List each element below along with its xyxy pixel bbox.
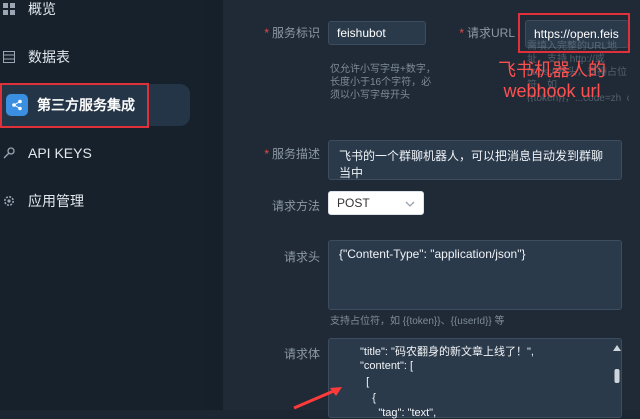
sidebar: 概览 数据表 第三方服务集成 API KEYS 应用管理 [0,0,205,410]
table-icon [2,50,16,64]
service-id-input[interactable]: feishubot [328,21,426,45]
headers-label: 请求头 [283,250,320,264]
chevron-down-icon [405,196,415,210]
method-select[interactable]: POST [328,191,424,215]
sidebar-item-label: 概览 [28,1,56,17]
sidebar-item-label: 数据表 [28,49,70,65]
body-code-line: "tag": "text", [360,407,437,419]
body-code-line: [ [360,376,370,388]
method-label: 请求方法 [271,199,320,213]
highlight-box [0,83,149,128]
headers-hint: 支持占位符，如 {{token}}、{{userId}} 等 [330,316,505,327]
sidebar-item-label: API KEYS [28,145,92,161]
body-code-line: { [360,392,376,404]
grid-icon [2,2,16,16]
annotation-text: 飞书机器人的 webhook url [498,60,606,101]
arrow-icon [293,387,342,410]
sidebar-item-label: 应用管理 [28,193,84,209]
service-id-label: * 服务标识 [264,26,320,40]
sidebar-item-api-keys[interactable]: API KEYS [0,134,190,172]
headers-value: {"Content-Type": "application/json"} [339,247,526,261]
request-url-label: * 请求URL [459,26,515,40]
headers-textarea[interactable]: {"Content-Type": "application/json"} [328,240,622,310]
panel-divider [205,0,223,410]
body-code-line: "content": [ [360,360,414,372]
service-id-hint: 仅允许小写字母+数字，长度小于16个字符，必须以小写字母开头 [330,64,436,101]
service-desc-textarea[interactable]: 飞书的一个群聊机器人，可以把消息自动发到群聊当中 [328,140,622,180]
body-label: 请求体 [283,347,320,361]
body-scrollbar[interactable] [613,345,621,407]
service-desc-label: * 服务描述 [264,147,320,161]
service-id-value: feishubot [337,26,386,40]
key-icon [2,146,16,160]
sidebar-item-overview[interactable]: 概览 [0,0,190,28]
sidebar-item-app-management[interactable]: 应用管理 [0,182,190,220]
method-value: POST [337,196,370,210]
settings-icon [2,194,16,208]
service-desc-value: 飞书的一个群聊机器人，可以把消息自动发到群聊当中 [339,149,604,180]
sidebar-item-datatable[interactable]: 数据表 [0,38,190,76]
body-code-line: "title": "码农翻身的新文章上线了！", [360,346,534,358]
